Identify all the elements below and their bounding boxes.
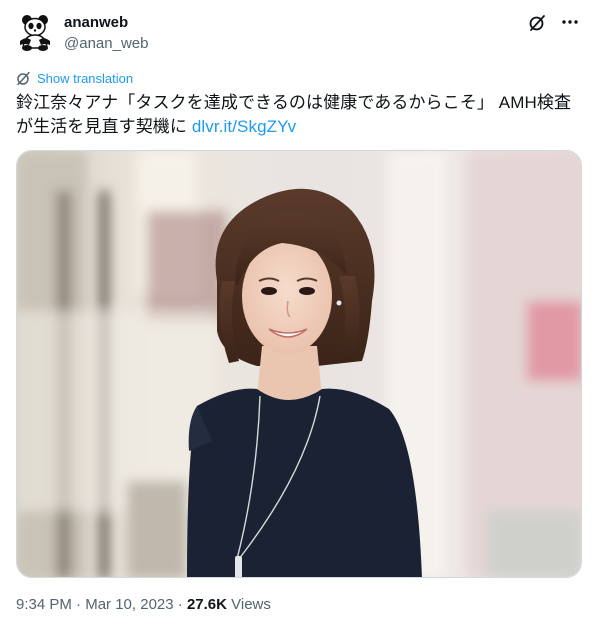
- show-translation-button[interactable]: Show translation: [16, 69, 133, 87]
- author-handle[interactable]: @anan_web: [64, 35, 148, 52]
- tweet-card: ananweb @anan_web Show translation 鈴江奈々ア…: [0, 0, 598, 626]
- author-display-name[interactable]: ananweb: [64, 14, 128, 31]
- tweet-date[interactable]: Mar 10, 2023: [85, 596, 173, 613]
- tweet-text-line-2-text: が生活を見直す契機に: [16, 117, 192, 136]
- tweet-text-line-2: が生活を見直す契機に dlvr.it/SkgZYv: [16, 115, 582, 139]
- meta-separator: ·: [173, 596, 187, 613]
- tweet-photo[interactable]: [16, 150, 582, 578]
- meta-separator: ·: [71, 596, 86, 613]
- show-translation-label[interactable]: Show translation: [37, 71, 133, 86]
- tweet-link[interactable]: dlvr.it/SkgZYv: [192, 117, 296, 136]
- tweet-time[interactable]: 9:34 PM: [16, 596, 72, 613]
- tweet-header: ananweb @anan_web: [16, 10, 582, 54]
- tweet-meta: 9:34 PM · Mar 10, 2023 · 27.6K Views: [16, 596, 271, 613]
- views-label: Views: [226, 596, 271, 613]
- tweet-text-line-1: 鈴江奈々アナ「タスクを達成できるのは健康であるからこそ」 AMH検査: [16, 93, 572, 112]
- more-dots-icon[interactable]: [560, 12, 580, 32]
- translate-icon: [16, 71, 31, 86]
- panda-logo-icon[interactable]: [16, 14, 54, 52]
- grok-slash-icon[interactable]: [528, 14, 546, 32]
- views-count: 27.6K: [186, 596, 227, 613]
- tweet-text: 鈴江奈々アナ「タスクを達成できるのは健康であるからこそ」 AMH検査 が生活を見…: [16, 91, 582, 139]
